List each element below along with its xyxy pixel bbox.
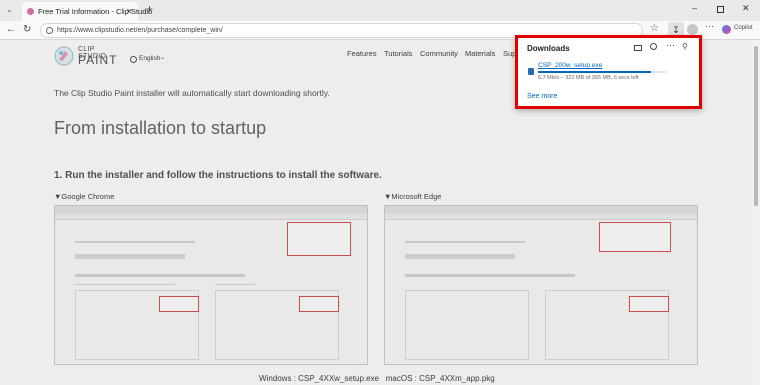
tab-list-icon[interactable]: ⌄	[6, 5, 13, 14]
address-text: https://www.clipstudio.net/en/purchase/c…	[57, 27, 223, 34]
edge-screenshot-image	[384, 205, 698, 365]
language-chevron-down-icon: ⌄	[160, 55, 166, 61]
refresh-icon[interactable]: ↻	[23, 24, 31, 35]
copilot-icon[interactable]	[722, 25, 731, 34]
download-status: 6.7 Mb/s – 322 MB of 365 MB, 6 secs left	[538, 75, 639, 81]
tab-bar: ⌄ Free Trial Information - Clip Studio ✕…	[0, 0, 760, 21]
windows-file: CSP_4XXw_setup.exe	[298, 374, 380, 383]
chrome-screenshot-image	[54, 205, 368, 365]
nav-tutorials[interactable]: Tutorials	[384, 49, 412, 58]
installer-files-line: Windows : CSP_4XXw_setup.exe macOS : CSP…	[259, 374, 495, 383]
open-folder-icon[interactable]	[634, 45, 642, 51]
windows-label: Windows	[259, 374, 292, 383]
more-options-icon[interactable]: ⋯	[705, 21, 714, 32]
back-icon[interactable]: ←	[6, 24, 16, 35]
tab-active[interactable]: Free Trial Information - Clip Studio ✕	[22, 2, 152, 21]
more-options-icon[interactable]: ⋯	[666, 40, 675, 51]
nav-community[interactable]: Community	[420, 49, 458, 58]
edge-label: ▼Microsoft Edge	[384, 192, 442, 201]
minimize-icon[interactable]: –	[692, 3, 697, 13]
language-selector[interactable]: English	[139, 55, 160, 62]
mac-file: CSP_4XXm_app.pkg	[419, 374, 495, 383]
step-heading: 1. Run the installer and follow the inst…	[54, 170, 382, 181]
chrome-label: ▼Google Chrome	[54, 192, 115, 201]
nav-features[interactable]: Features	[347, 49, 377, 58]
tab-title: Free Trial Information - Clip Studio	[38, 7, 153, 16]
copilot-label[interactable]: Copilot	[734, 25, 753, 31]
site-favicon-icon	[27, 8, 34, 15]
downloads-title: Downloads	[527, 44, 570, 53]
profile-avatar[interactable]	[687, 24, 698, 35]
logo-text-bottom: PAINT	[78, 53, 118, 67]
file-icon	[528, 68, 534, 75]
intro-text: The Clip Studio Paint installer will aut…	[54, 88, 330, 98]
favorite-star-icon[interactable]: ☆	[650, 23, 659, 34]
new-tab-icon[interactable]: +	[146, 2, 153, 16]
maximize-icon[interactable]	[717, 6, 724, 13]
close-window-icon[interactable]: ✕	[742, 3, 750, 14]
download-progress-fill	[538, 71, 651, 73]
downloads-panel: Downloads ⋯ ⚲ CSP_200w_setup.exe 6.7 Mb/…	[515, 35, 702, 109]
site-logo[interactable]: CLIP STUDIO PAINT	[54, 44, 124, 68]
download-progress-track	[538, 71, 666, 73]
clip-studio-logo-icon	[54, 46, 74, 66]
mac-label: macOS	[385, 374, 413, 383]
see-more-link[interactable]: See more	[527, 93, 557, 100]
language-globe-icon[interactable]	[130, 56, 137, 63]
download-filename[interactable]: CSP_200w_setup.exe	[538, 62, 602, 69]
site-info-icon[interactable]	[46, 27, 53, 34]
pin-icon[interactable]: ⚲	[682, 42, 688, 51]
tab-close-icon[interactable]: ✕	[126, 2, 133, 21]
scrollbar-thumb[interactable]	[754, 46, 758, 206]
search-icon[interactable]	[650, 43, 657, 50]
nav-materials[interactable]: Materials	[465, 49, 495, 58]
page-heading: From installation to startup	[54, 118, 267, 138]
